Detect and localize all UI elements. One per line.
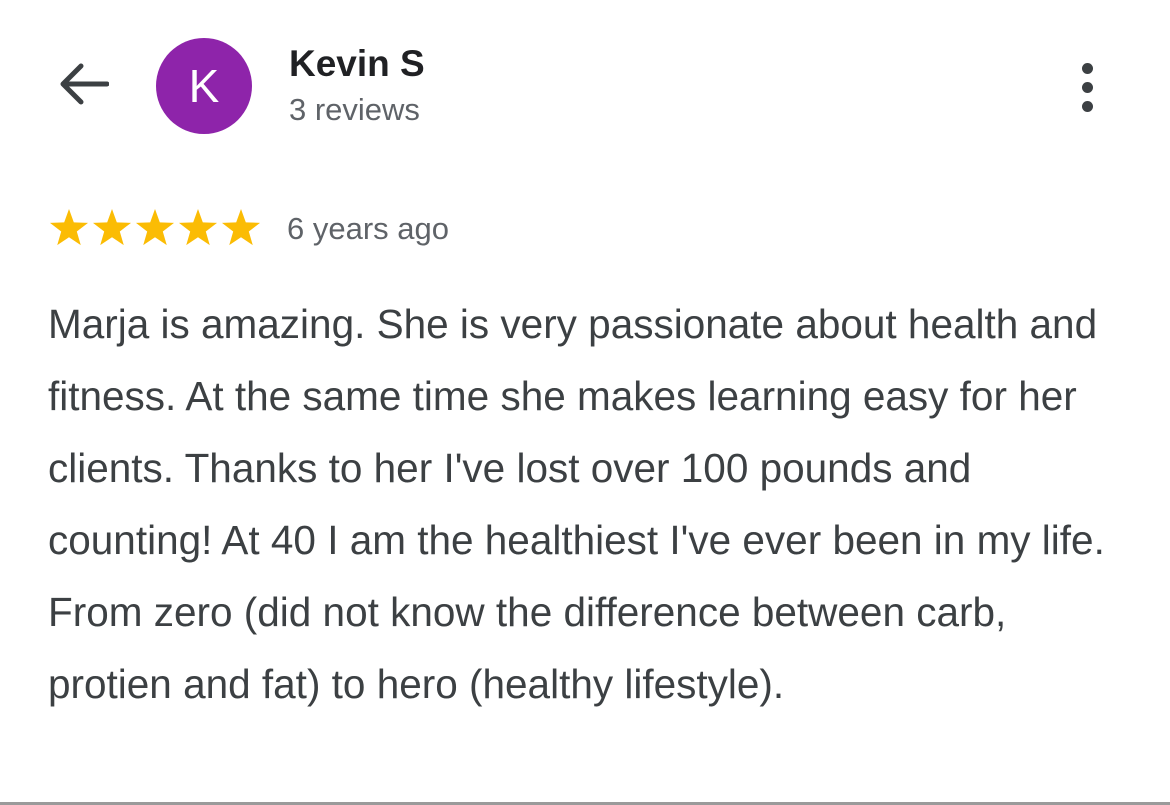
arrow-back-icon (57, 62, 110, 111)
review-count: 3 reviews (289, 92, 420, 127)
star-icon (49, 209, 89, 246)
more-options-button[interactable] (1060, 56, 1114, 118)
star-rating (48, 207, 263, 251)
more-vert-icon (1081, 62, 1093, 74)
back-button[interactable] (52, 55, 114, 117)
review-time: 6 years ago (287, 211, 449, 246)
star-icon (92, 209, 132, 246)
star-icon (178, 209, 218, 246)
star-icon (135, 209, 175, 246)
review-text: Marja is amazing. She is very passionate… (48, 301, 1105, 707)
star-icon (221, 209, 261, 246)
avatar-letter: K (188, 60, 220, 112)
user-name[interactable]: Kevin S (289, 42, 425, 86)
avatar[interactable]: K (156, 38, 252, 134)
rating-row: 6 years ago (48, 206, 449, 252)
